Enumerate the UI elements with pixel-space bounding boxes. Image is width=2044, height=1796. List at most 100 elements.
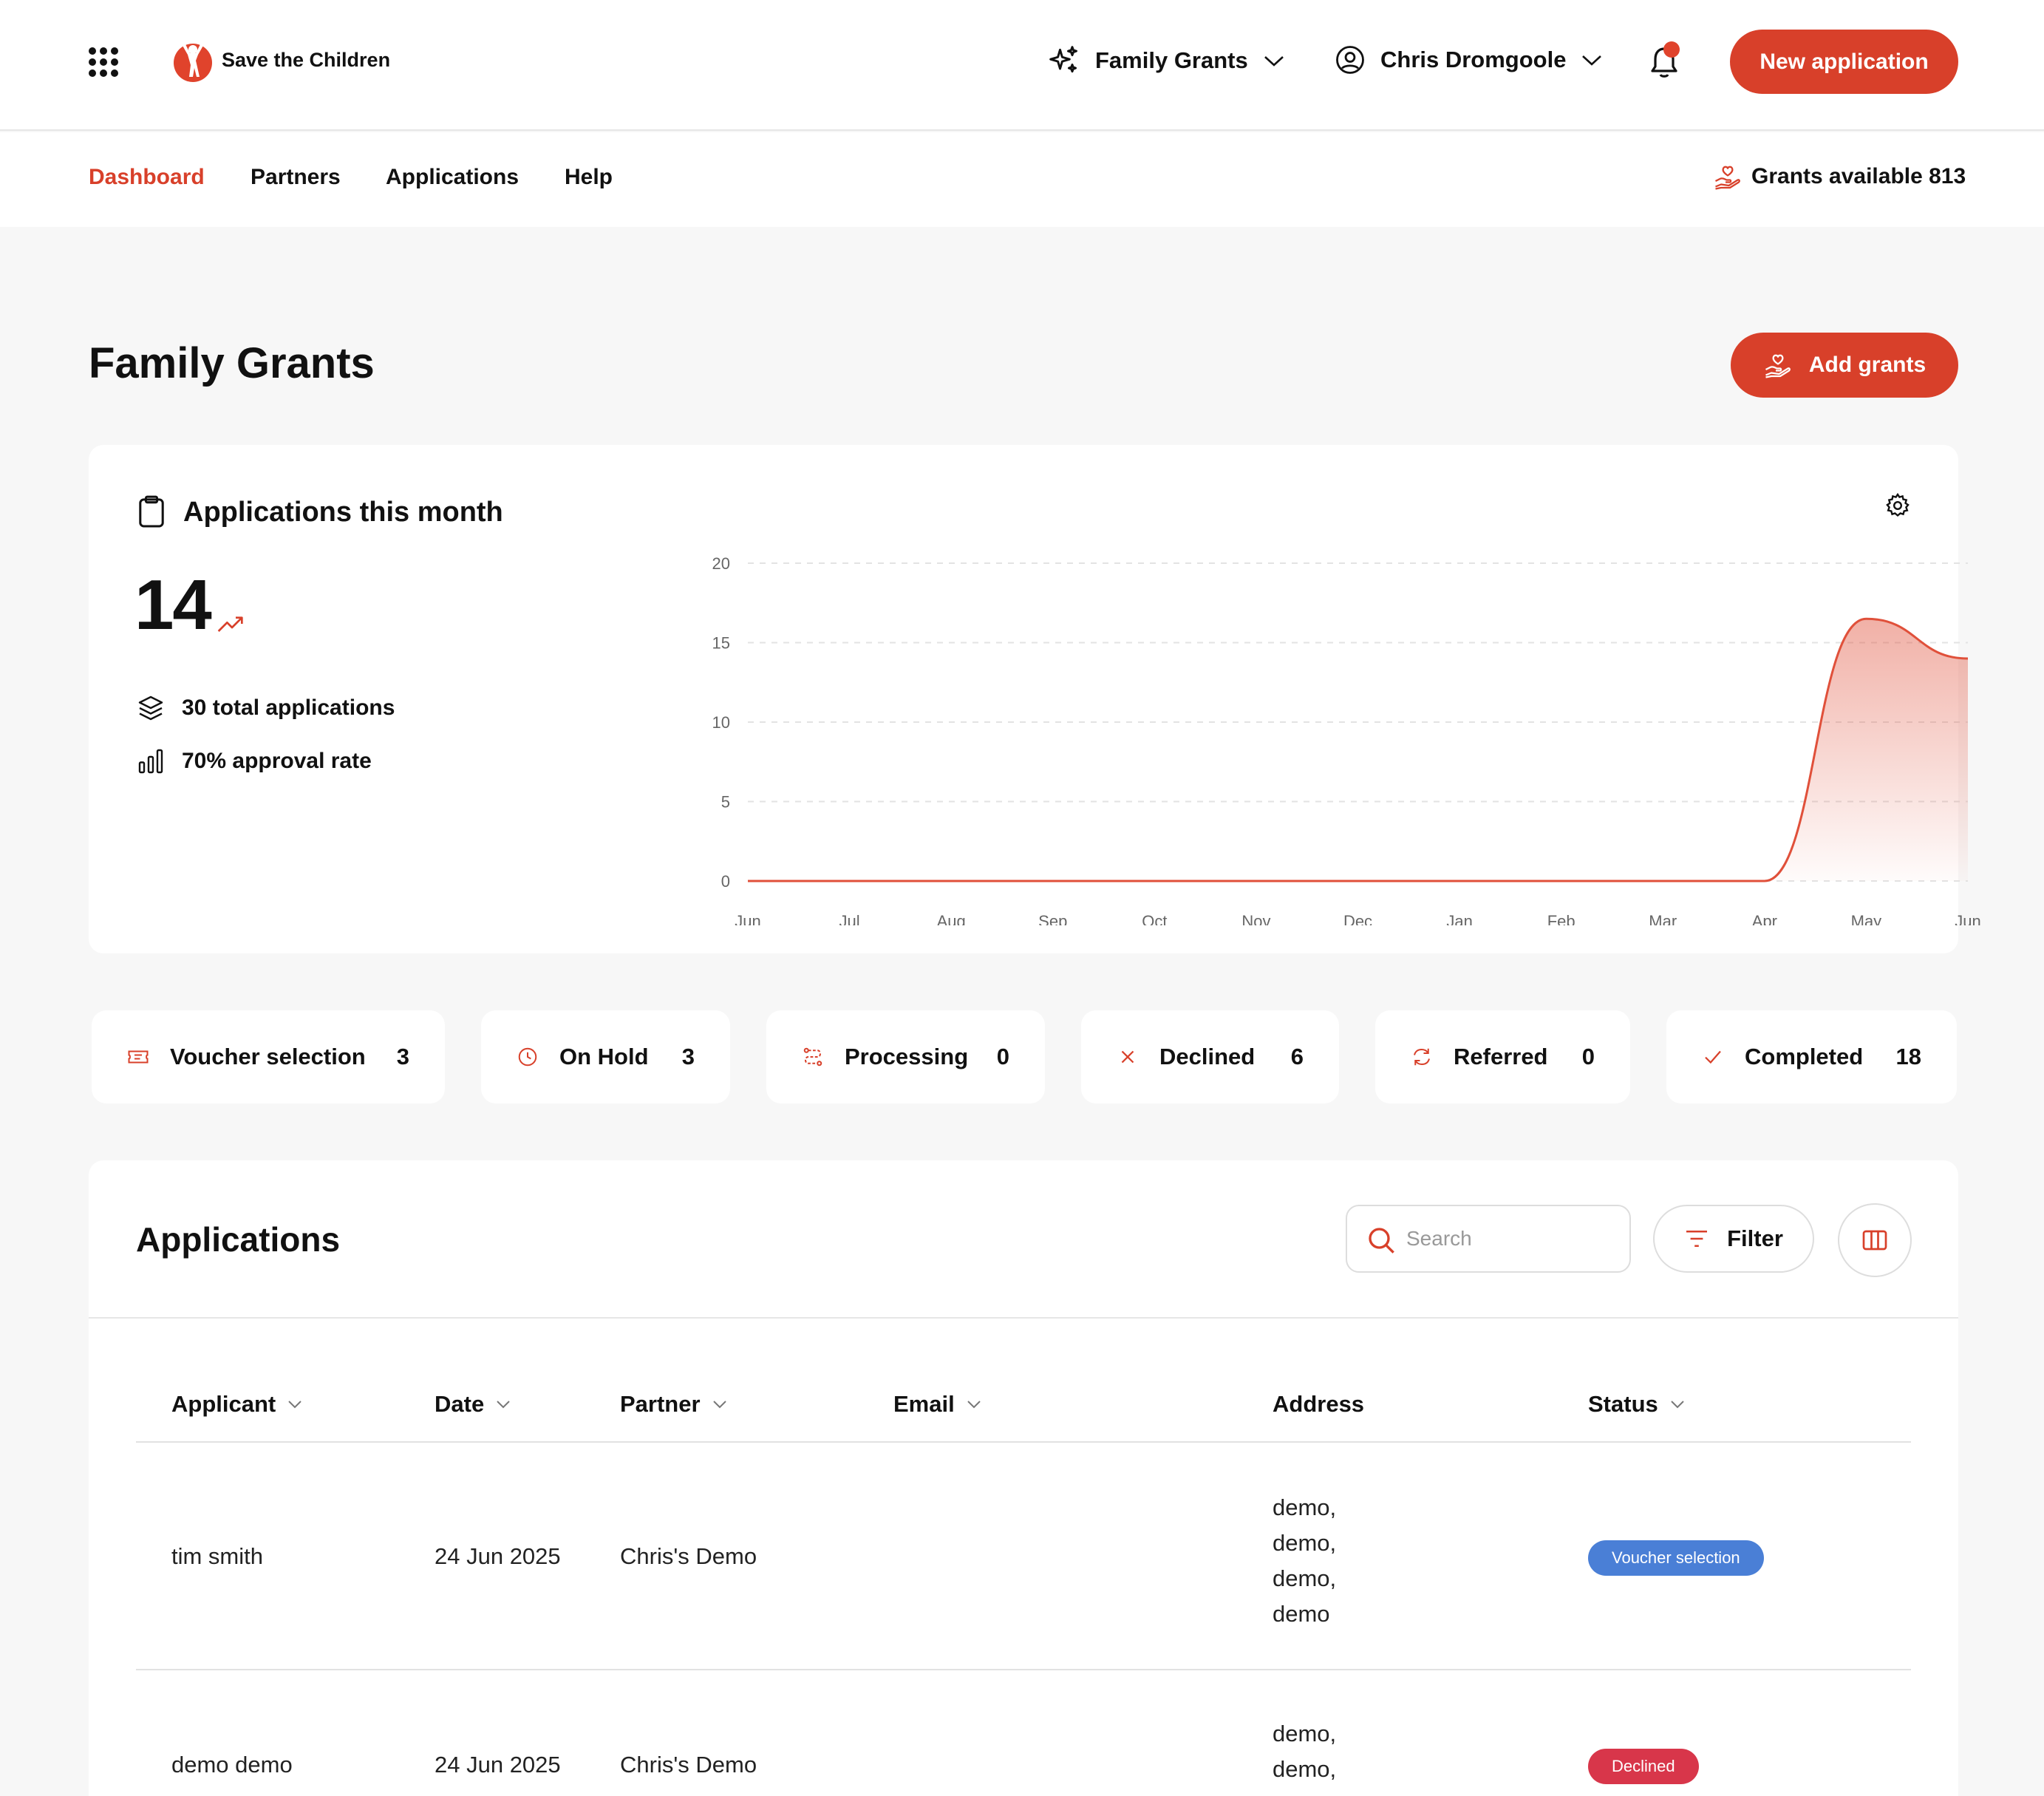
program-name: Family Grants	[1095, 47, 1248, 73]
nav-help[interactable]: Help	[565, 165, 613, 190]
sparkles-icon	[1049, 46, 1077, 73]
chart-y-tick-label: 20	[712, 554, 730, 573]
row-divider	[136, 1669, 1911, 1670]
filter-button[interactable]: Filter	[1653, 1205, 1814, 1273]
nav-partners[interactable]: Partners	[251, 165, 341, 190]
status-badge: Voucher selection	[1588, 1540, 1764, 1576]
nav-dashboard[interactable]: Dashboard	[89, 165, 205, 190]
chevron-down-icon	[497, 1401, 510, 1409]
user-name: Chris Dromgoole	[1380, 47, 1567, 72]
bar-chart-icon	[138, 749, 163, 774]
filter-icon	[1686, 1230, 1708, 1248]
program-selector[interactable]: Family Grants	[1048, 44, 1285, 77]
cell-address: demo, demo, demo, demo	[1273, 1490, 1336, 1632]
chart-x-tick-label: Jul	[839, 912, 860, 925]
grants-available: Grants available 813	[1713, 163, 1966, 190]
column-header-date[interactable]: Date	[435, 1391, 512, 1418]
applications-area-chart: 0 5 10 15 20 Jun Jul Aug Sep Oct Nov Dec Jan Feb Mar Ap…	[712, 554, 1981, 925]
chevron-down-icon	[712, 1401, 726, 1409]
status-completed[interactable]: Completed 18	[1666, 1010, 1957, 1103]
status-count: 0	[996, 1044, 1009, 1069]
cell-partner: Chris's Demo	[620, 1752, 757, 1778]
cell-date: 24 Jun 2025	[435, 1543, 561, 1569]
nav-applications[interactable]: Applications	[386, 165, 519, 190]
brand-name: Save the Children	[222, 48, 391, 71]
trending-up-icon	[217, 616, 243, 632]
ticket-icon	[128, 1050, 149, 1064]
address-line: demo,	[1273, 1756, 1337, 1782]
header-divider	[136, 1441, 1911, 1443]
address-line: demo,	[1273, 1494, 1337, 1520]
search-icon	[1369, 1228, 1394, 1254]
applications-card: Applications Filter Applicant Date Partn…	[89, 1160, 1958, 1796]
chart-x-tick-label: Aug	[937, 912, 966, 925]
user-circle-icon	[1336, 46, 1364, 74]
address-line: demo,	[1273, 1721, 1337, 1746]
applications-summary-card: Applications this month 14 30 total appl…	[89, 445, 1981, 953]
status-label: Voucher selection	[170, 1044, 366, 1069]
user-menu[interactable]: Chris Dromgoole	[1335, 44, 1603, 75]
column-label: Date	[435, 1391, 485, 1417]
search-box[interactable]	[1346, 1205, 1631, 1273]
main-nav: Dashboard Partners Applications Help Gra…	[0, 132, 2044, 227]
add-grants-button[interactable]: Add grants	[1731, 333, 1958, 398]
layers-icon	[138, 695, 163, 721]
approval-rate: 70% approval rate	[137, 748, 372, 775]
status-declined[interactable]: Declined 6	[1081, 1010, 1339, 1103]
new-application-button[interactable]: New application	[1730, 30, 1958, 94]
cell-partner: Chris's Demo	[620, 1543, 757, 1569]
app-launcher-icon[interactable]	[89, 47, 118, 77]
column-header-partner[interactable]: Partner	[620, 1391, 729, 1418]
total-applications-text: 30 total applications	[182, 695, 395, 720]
status-badge: Declined	[1588, 1749, 1699, 1784]
chevron-down-icon	[288, 1401, 302, 1409]
chart-x-tick-label: Dec	[1343, 912, 1372, 925]
approval-rate-text: 70% approval rate	[182, 749, 372, 773]
x-icon	[1121, 1050, 1134, 1064]
chart-x-tick-label: Jan	[1446, 912, 1472, 925]
chart-x-tick-label: Feb	[1547, 912, 1575, 925]
status-voucher-selection[interactable]: Voucher selection 3	[92, 1010, 445, 1103]
gear-icon[interactable]	[1884, 492, 1911, 519]
column-label: Partner	[620, 1391, 701, 1417]
status-label: Processing	[845, 1044, 969, 1069]
status-on-hold[interactable]: On Hold 3	[481, 1010, 730, 1103]
status-count: 6	[1290, 1044, 1304, 1069]
column-label: Applicant	[171, 1391, 276, 1417]
chart-x-tick-label: Jun	[1955, 912, 1980, 925]
summary-heading: Applications this month	[137, 495, 503, 529]
status-label: On Hold	[559, 1044, 649, 1069]
column-header-applicant[interactable]: Applicant	[171, 1391, 304, 1418]
status-referred[interactable]: Referred 0	[1375, 1010, 1630, 1103]
status-processing[interactable]: Processing 0	[766, 1010, 1045, 1103]
chart-y-tick-label: 15	[712, 634, 730, 653]
status-label: Declined	[1159, 1044, 1256, 1069]
add-grants-label: Add grants	[1808, 353, 1927, 377]
chart-x-tick-label: Sep	[1038, 912, 1067, 925]
column-header-status[interactable]: Status	[1588, 1391, 1686, 1418]
check-icon	[1705, 1050, 1721, 1064]
hand-heart-icon	[1765, 354, 1791, 378]
chart-series-line	[748, 617, 1969, 882]
clock-icon	[518, 1047, 537, 1067]
columns-toggle-button[interactable]	[1838, 1203, 1912, 1277]
top-header: Save the Children Family Grants Chris Dr…	[0, 0, 2044, 131]
column-header-email[interactable]: Email	[893, 1391, 983, 1418]
address-line: demo	[1273, 1601, 1330, 1627]
save-the-children-logo-icon	[174, 43, 212, 82]
search-input[interactable]	[1406, 1222, 1613, 1255]
summary-title: Applications this month	[183, 496, 503, 528]
clipboard-icon	[139, 495, 164, 528]
refresh-icon	[1414, 1048, 1430, 1066]
chevron-down-icon	[1582, 55, 1602, 66]
status-count: 3	[396, 1044, 409, 1069]
chart-y-tick-label: 5	[721, 793, 730, 812]
column-label: Email	[893, 1391, 955, 1417]
cell-applicant: demo demo	[171, 1752, 293, 1778]
chevron-down-icon	[1264, 56, 1284, 67]
brand-logo[interactable]: Save the Children	[171, 37, 390, 83]
hand-heart-icon	[1714, 166, 1740, 190]
status-count: 3	[681, 1044, 695, 1069]
chart-x-tick-label: Jun	[735, 912, 760, 925]
column-label: Status	[1588, 1391, 1658, 1417]
